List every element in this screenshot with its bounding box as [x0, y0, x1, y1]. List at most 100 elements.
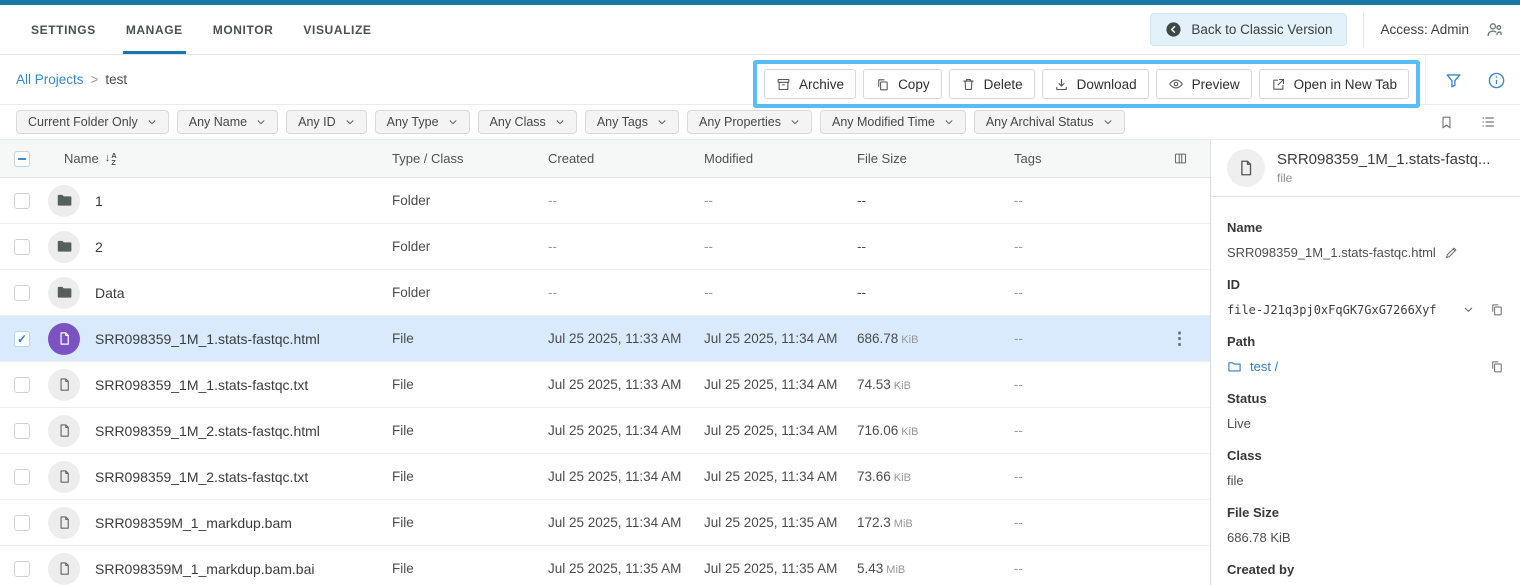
row-filesize: -- — [857, 193, 1014, 208]
filter-chip-any-tags[interactable]: Any Tags — [585, 110, 679, 134]
open-in-new-tab-button[interactable]: Open in New Tab — [1259, 69, 1409, 99]
row-name[interactable]: Data — [95, 285, 125, 301]
filter-chip-any-id[interactable]: Any ID — [286, 110, 367, 134]
file-icon — [48, 507, 80, 539]
row-filesize: 74.53KiB — [857, 377, 1014, 392]
tab-monitor[interactable]: MONITOR — [198, 5, 289, 54]
action-label: Copy — [898, 77, 930, 92]
copy-icon[interactable] — [1489, 302, 1504, 317]
edit-pencil-icon[interactable] — [1444, 245, 1459, 260]
row-checkbox[interactable] — [14, 515, 30, 531]
file-icon — [48, 553, 80, 585]
row-name[interactable]: SRR098359_1M_2.stats-fastqc.html — [95, 423, 320, 439]
row-checkbox[interactable] — [14, 469, 30, 485]
back-to-classic-button[interactable]: Back to Classic Version — [1150, 13, 1347, 46]
table-row[interactable]: SRR098359M_1_markdup.bam File Jul 25 202… — [0, 500, 1210, 546]
table-row[interactable]: SRR098359M_1_markdup.bam.bai File Jul 25… — [0, 546, 1210, 585]
path-link[interactable]: test / — [1250, 359, 1278, 374]
filter-chip-any-type[interactable]: Any Type — [375, 110, 470, 134]
details-subtitle: file — [1277, 171, 1490, 185]
row-name[interactable]: SRR098359_1M_1.stats-fastqc.html — [95, 331, 320, 347]
table-row[interactable]: 1 Folder -- -- -- -- ⋮ — [0, 178, 1210, 224]
row-checkbox[interactable] — [14, 239, 30, 255]
sort-icon[interactable]: ↓ AZ — [105, 152, 117, 166]
column-header-modified[interactable]: Modified — [704, 151, 857, 166]
column-header-name[interactable]: Name — [64, 151, 99, 166]
row-name[interactable]: SRR098359M_1_markdup.bam.bai — [95, 561, 314, 577]
chevron-down-icon — [790, 117, 800, 127]
table-body: 1 Folder -- -- -- -- ⋮ 2 Folder -- -- --… — [0, 178, 1210, 585]
file-icon — [48, 323, 80, 355]
row-modified: -- — [704, 285, 857, 300]
columns-settings-icon[interactable] — [1173, 151, 1188, 166]
filter-chip-any-properties[interactable]: Any Properties — [687, 110, 812, 134]
table-row[interactable]: SRR098359_1M_1.stats-fastqc.html File Ju… — [0, 316, 1210, 362]
column-header-filesize[interactable]: File Size — [857, 151, 1014, 166]
archive-button[interactable]: Archive — [764, 69, 856, 99]
filter-chip-any-archival-status[interactable]: Any Archival Status — [974, 110, 1125, 134]
row-checkbox[interactable] — [14, 193, 30, 209]
tab-settings[interactable]: SETTINGS — [16, 5, 111, 54]
select-all-checkbox[interactable] — [14, 151, 30, 167]
table-row[interactable]: SRR098359_1M_2.stats-fastqc.txt File Jul… — [0, 454, 1210, 500]
filter-chip-any-class[interactable]: Any Class — [478, 110, 577, 134]
copy-icon[interactable] — [1489, 359, 1504, 374]
table-row[interactable]: SRR098359_1M_1.stats-fastqc.txt File Jul… — [0, 362, 1210, 408]
filter-chip-any-name[interactable]: Any Name — [177, 110, 278, 134]
row-type: File — [392, 561, 548, 576]
row-name[interactable]: 2 — [95, 239, 103, 255]
row-menu-icon[interactable]: ⋮ — [1171, 330, 1188, 347]
detail-label: ID — [1227, 277, 1504, 292]
filter-chip-label: Any ID — [298, 115, 336, 129]
filter-funnel-icon[interactable] — [1444, 71, 1463, 90]
download-button[interactable]: Download — [1042, 69, 1149, 99]
row-checkbox[interactable] — [14, 285, 30, 301]
row-checkbox[interactable] — [14, 561, 30, 577]
preview-button[interactable]: Preview — [1156, 69, 1252, 99]
row-name[interactable]: SRR098359M_1_markdup.bam — [95, 515, 292, 531]
detail-id-value: file-J21q3pj0xFqGK7GxG7266Xyf — [1227, 303, 1437, 317]
external-icon — [1271, 77, 1286, 92]
table-row[interactable]: Data Folder -- -- -- -- ⋮ — [0, 270, 1210, 316]
row-type: Folder — [392, 285, 548, 300]
details-title: SRR098359_1M_1.stats-fastq... — [1277, 151, 1490, 168]
file-table: Name ↓ AZ Type / Class Created Modified … — [0, 140, 1210, 585]
row-name[interactable]: SRR098359_1M_2.stats-fastqc.txt — [95, 469, 308, 485]
detail-field-class: Classfile — [1227, 448, 1504, 488]
info-icon[interactable] — [1487, 71, 1506, 90]
detail-plain-value: file — [1227, 473, 1244, 488]
row-name[interactable]: 1 — [95, 193, 103, 209]
filter-chip-label: Any Modified Time — [832, 115, 935, 129]
table-row[interactable]: SRR098359_1M_2.stats-fastqc.html File Ju… — [0, 408, 1210, 454]
row-checkbox[interactable] — [14, 377, 30, 393]
back-arrow-icon — [1165, 21, 1182, 38]
row-modified: Jul 25 2025, 11:34 AM — [704, 423, 857, 438]
access-level-label: Access: Admin — [1380, 22, 1469, 37]
members-icon[interactable] — [1485, 20, 1504, 39]
bookmark-icon[interactable] — [1439, 115, 1454, 130]
filter-chip-any-modified-time[interactable]: Any Modified Time — [820, 110, 966, 134]
tab-visualize[interactable]: VISUALIZE — [288, 5, 386, 54]
delete-button[interactable]: Delete — [949, 69, 1035, 99]
filter-chip-label: Any Archival Status — [986, 115, 1094, 129]
row-checkbox[interactable] — [14, 423, 30, 439]
column-header-tags[interactable]: Tags — [1014, 151, 1154, 166]
filter-chip-label: Any Class — [490, 115, 546, 129]
chevron-down-icon[interactable] — [1462, 303, 1475, 316]
list-view-icon[interactable] — [1480, 114, 1496, 130]
chevron-down-icon — [657, 117, 667, 127]
column-header-type[interactable]: Type / Class — [392, 151, 548, 166]
eye-icon — [1168, 76, 1184, 92]
top-nav: SETTINGSMANAGEMONITORVISUALIZE Back to C… — [0, 5, 1520, 55]
filter-chip-current-folder-only[interactable]: Current Folder Only — [16, 110, 169, 134]
detail-label: File Size — [1227, 505, 1504, 520]
column-header-created[interactable]: Created — [548, 151, 704, 166]
copy-button[interactable]: Copy — [863, 69, 942, 99]
row-name[interactable]: SRR098359_1M_1.stats-fastqc.txt — [95, 377, 308, 393]
row-checkbox[interactable] — [14, 331, 30, 347]
tab-manage[interactable]: MANAGE — [111, 5, 198, 54]
action-label: Preview — [1192, 77, 1240, 92]
table-row[interactable]: 2 Folder -- -- -- -- ⋮ — [0, 224, 1210, 270]
breadcrumb-all-projects-link[interactable]: All Projects — [16, 72, 84, 87]
detail-label: Path — [1227, 334, 1504, 349]
